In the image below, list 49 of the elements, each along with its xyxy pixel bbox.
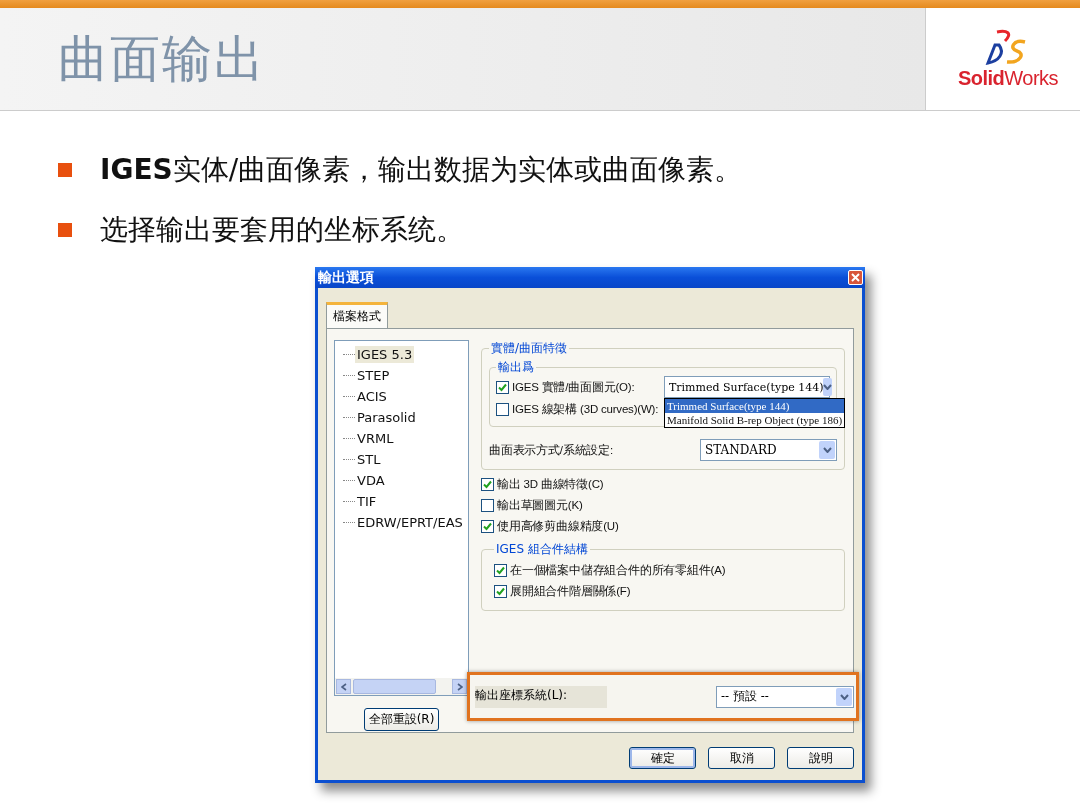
- bullet-icon: [58, 223, 72, 237]
- checkbox-label: 輸出 3D 曲線特徵(C): [497, 477, 604, 492]
- checkbox[interactable]: [481, 499, 494, 512]
- horizontal-scrollbar[interactable]: [335, 678, 468, 695]
- tree-item[interactable]: STEP: [355, 367, 392, 384]
- tree-item[interactable]: Parasolid: [355, 409, 418, 426]
- group-title: 輸出爲: [497, 359, 535, 376]
- checkbox[interactable]: [496, 380, 509, 394]
- dropdown[interactable]: STANDARD: [700, 439, 837, 461]
- dialog-button[interactable]: 取消: [708, 747, 775, 769]
- dialog-button[interactable]: 說明: [787, 747, 854, 769]
- checkbox[interactable]: [481, 478, 494, 491]
- logo-text: SolidWorks: [957, 66, 1059, 90]
- tree-item[interactable]: VRML: [355, 430, 396, 447]
- tab[interactable]: 檔案格式: [326, 302, 388, 328]
- scroll-left-icon[interactable]: [340, 682, 347, 691]
- reset-all-button[interactable]: 全部重設(R): [363, 708, 440, 731]
- checkbox-label: IGES 實體/曲面圖元(O):: [512, 379, 635, 395]
- field-label: 輸出座標系統(L):: [475, 685, 608, 708]
- checkbox-label: 輸出草圖圖元(K): [497, 498, 583, 513]
- group-title: IGES 組合件結構: [495, 541, 589, 558]
- bullet-icon: [58, 163, 72, 177]
- checkbox-label: 在一個檔案中儲存組合件的所有零組件(A): [510, 563, 726, 578]
- checkbox[interactable]: [496, 402, 509, 416]
- tree-item[interactable]: IGES 5.3: [355, 346, 415, 363]
- checkbox-label: 展開組合件階層關係(F): [510, 584, 631, 599]
- group-title: 實體/曲面特徵: [490, 340, 569, 357]
- slide-title: 曲面输出: [58, 28, 266, 90]
- dropdown[interactable]: Trimmed Surface(type 144): [664, 376, 830, 398]
- checkbox-label: 使用高修剪曲線精度(U): [497, 519, 619, 534]
- tree-item[interactable]: STL: [355, 451, 383, 468]
- checkbox[interactable]: [494, 564, 507, 577]
- dialog-button[interactable]: 確定: [629, 747, 696, 769]
- tree-item[interactable]: EDRW/EPRT/EAS: [355, 514, 465, 531]
- tree-item[interactable]: ACIS: [355, 388, 389, 405]
- checkbox[interactable]: [494, 585, 507, 598]
- tree-item[interactable]: TIF: [355, 493, 379, 510]
- tree-item[interactable]: VDA: [355, 472, 387, 489]
- checkbox-label: IGES 線架構 (3D curves)(W):: [512, 401, 659, 417]
- dropdown[interactable]: -- 預設 --: [716, 685, 854, 708]
- checkbox[interactable]: [481, 520, 494, 533]
- dialog-title: 輸出選項: [318, 268, 374, 287]
- bullet-text: IGES实体/曲面像素，输出数据为实体或曲面像素。: [100, 152, 743, 188]
- scroll-right-icon[interactable]: [456, 682, 463, 691]
- close-button[interactable]: [848, 270, 863, 285]
- bullet-text: 选择输出要套用的坐标系统。: [100, 212, 464, 248]
- dropdown-option[interactable]: Trimmed Surface(type 144): [665, 399, 845, 413]
- dropdown-option[interactable]: Manifold Solid B-rep Object (type 186): [665, 413, 845, 427]
- field-label: 曲面表示方式/系統設定:: [489, 442, 613, 458]
